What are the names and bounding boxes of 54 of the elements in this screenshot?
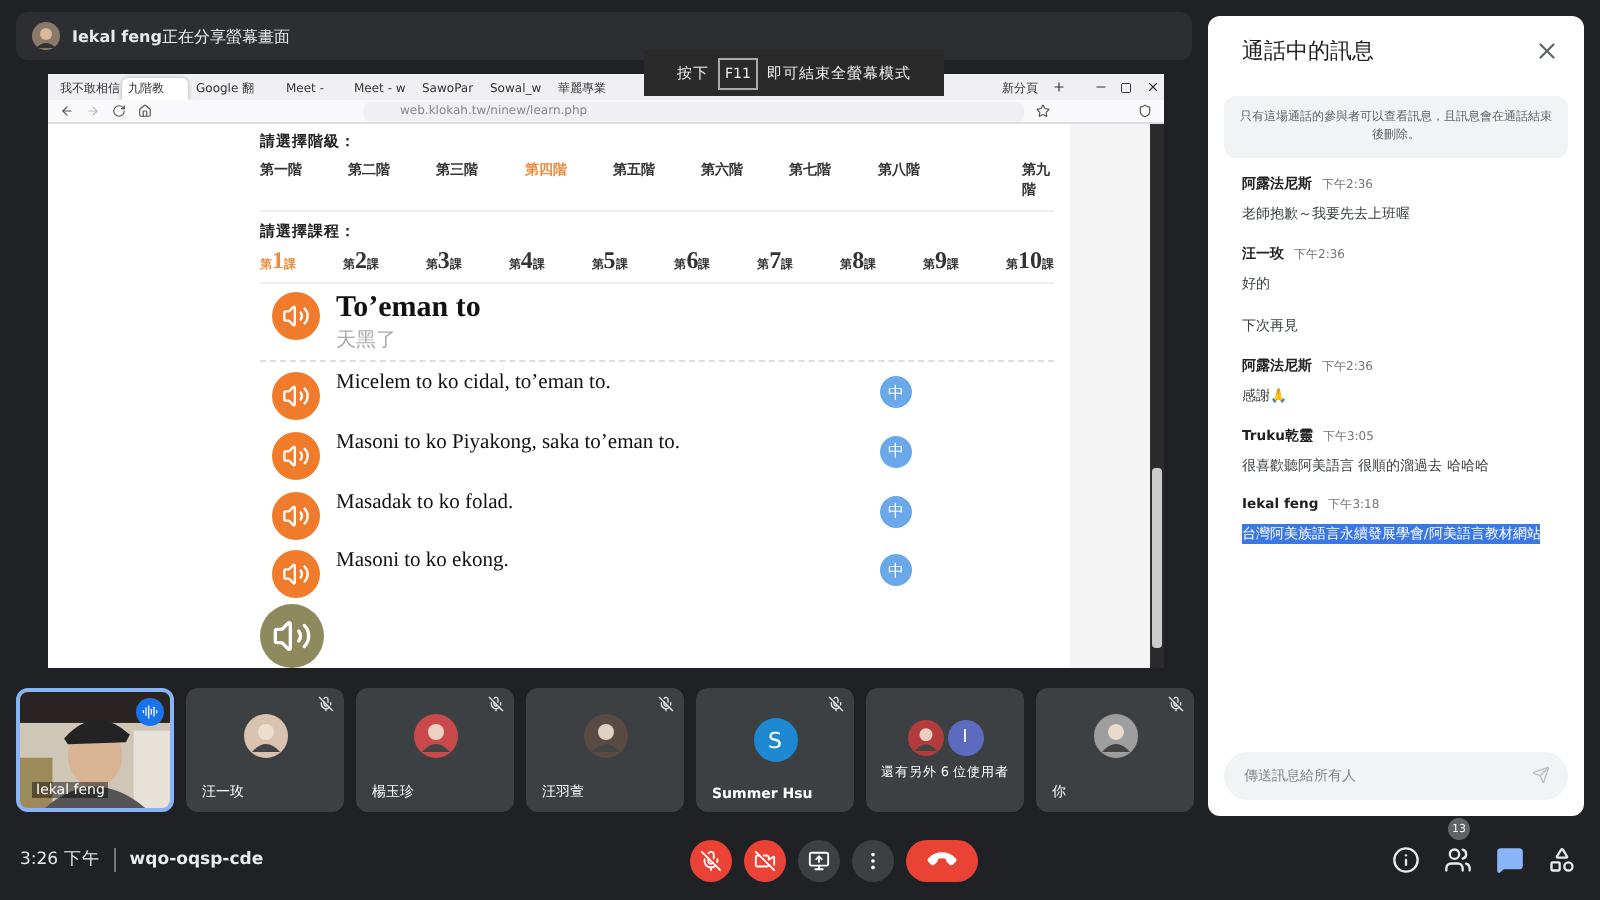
- lesson-translation: 天黑了: [336, 328, 398, 354]
- meeting-code: wqo-oqsp-cde: [129, 850, 264, 870]
- home-icon[interactable]: [138, 104, 152, 118]
- chat-button[interactable]: [1492, 842, 1528, 878]
- present-button[interactable]: [797, 839, 840, 881]
- hang-up-button[interactable]: [905, 839, 978, 881]
- speaker-icon: [282, 441, 310, 470]
- sentence-text: Masadak to ko folad.: [336, 491, 516, 513]
- presenter-avatar: [32, 22, 60, 50]
- chat-icon: [1496, 846, 1524, 874]
- more-button[interactable]: [851, 839, 894, 881]
- chat-title: 通話中的訊息: [1242, 35, 1374, 65]
- audio-play-button[interactable]: [272, 431, 320, 480]
- activities-button[interactable]: [1544, 842, 1580, 878]
- close-button[interactable]: [1534, 37, 1560, 63]
- profile-avatar: [907, 719, 943, 755]
- presenter-text: Iekal feng正在分享螢幕畫面: [72, 25, 290, 47]
- mic-off-icon: [1168, 696, 1184, 712]
- mic-off-icon: [828, 696, 844, 712]
- mic-off-icon: [318, 696, 334, 712]
- microphone-off-icon: [699, 849, 722, 871]
- mic-off-icon: [488, 696, 504, 712]
- lesson-title: To’eman to: [336, 292, 481, 326]
- mic-off-button[interactable]: [689, 839, 732, 881]
- audio-play-button[interactable]: [272, 292, 320, 340]
- shapes-icon: [1548, 846, 1576, 874]
- speaker-icon: [272, 616, 312, 656]
- reload-icon[interactable]: [112, 104, 126, 118]
- present-screen-icon: [807, 849, 830, 871]
- sentence-text: Masoni to ko ekong.: [336, 550, 511, 573]
- sentence-text: Micelem to ko cidal, to’eman to.: [336, 372, 613, 394]
- initial-avatar: S: [753, 718, 797, 762]
- audio-play-button[interactable]: [272, 372, 320, 420]
- people-icon: [1444, 846, 1472, 874]
- mic-off-icon: [658, 696, 674, 712]
- info-button[interactable]: [1388, 842, 1424, 878]
- initial-avatar: I: [947, 719, 983, 755]
- bookmark-star-icon[interactable]: [1036, 104, 1050, 118]
- play-all-button[interactable]: [260, 604, 324, 668]
- back-icon[interactable]: [60, 104, 74, 118]
- camera-off-button[interactable]: [743, 839, 786, 881]
- shield-icon[interactable]: [1138, 104, 1152, 118]
- scrollbar-thumb[interactable]: [1152, 468, 1162, 648]
- speaker-icon: [282, 501, 310, 529]
- audio-play-button[interactable]: [272, 491, 320, 539]
- sentence-text: Masoni to ko Piyakong, saka to’eman to.: [336, 431, 683, 454]
- audio-play-button[interactable]: [272, 550, 320, 599]
- speaker-icon: [282, 302, 310, 330]
- people-button[interactable]: [1440, 842, 1476, 878]
- info-icon: [1392, 846, 1420, 874]
- clock-time: 3:26 下午: [20, 848, 100, 872]
- speaker-icon: [282, 382, 310, 410]
- speaker-icon: [282, 560, 310, 589]
- camera-off-icon: [753, 849, 776, 871]
